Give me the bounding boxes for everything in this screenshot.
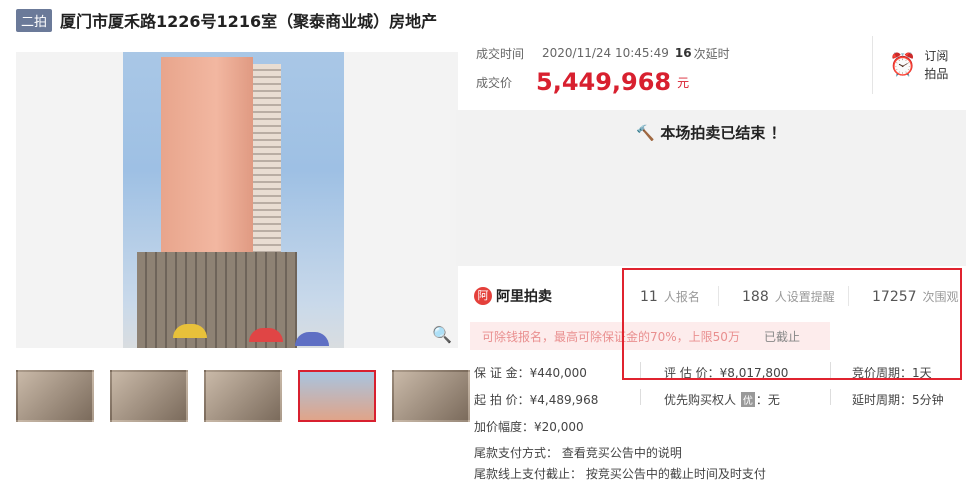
priority-label: 优先购买权人 xyxy=(664,393,737,407)
auction-round-badge: 二拍 xyxy=(16,8,53,32)
thumbnail-4-selected[interactable] xyxy=(298,370,376,422)
note-payment-deadline: 尾款线上支付截止： 按竞买公告中的截止时间及时支付 xyxy=(474,467,766,481)
detail-deposit: 保 证 金：¥440,000 xyxy=(474,366,587,380)
deal-price-unit: 元 xyxy=(677,75,690,90)
auction-ended-panel: 🔨 本场拍卖已结束 ！ xyxy=(456,110,966,266)
detail-delay-cycle: 延时周期：5分钟 xyxy=(852,393,944,407)
deal-price-value: 5,449,968 xyxy=(536,68,672,96)
ali-auction-logo: 阿 阿里拍卖 xyxy=(474,286,552,306)
ali-logo-mark: 阿 xyxy=(474,287,492,305)
main-property-image[interactable]: 🔍 xyxy=(16,52,458,348)
page-title-row: 二拍 厦门市厦禾路1226号1216室（聚泰商业城）房地产 xyxy=(16,8,437,32)
thumbnail-strip xyxy=(16,370,470,422)
deal-info: 成交时间 2020/11/24 10:45:49 16 次延时 成交价 5,44… xyxy=(476,42,730,100)
deal-time-value: 2020/11/24 10:45:49 xyxy=(542,46,669,60)
thumbnail-2[interactable] xyxy=(110,370,188,422)
auction-ended-text: 本场拍卖已结束 ！ xyxy=(660,124,786,142)
umbrella-blue xyxy=(295,332,329,346)
note-payment-method: 尾款支付方式： 查看竞买公告中的说明 xyxy=(474,446,682,460)
subscribe-button[interactable]: ⏰ 订阅 拍品 xyxy=(872,36,966,94)
page-title: 厦门市厦禾路1226号1216室（聚泰商业城）房地产 xyxy=(60,12,438,31)
delay-count: 16 xyxy=(674,46,692,60)
delay-label: 次延时 xyxy=(693,46,730,61)
detail-start-price: 起 拍 价：¥4,489,968 xyxy=(474,393,599,407)
building-photo xyxy=(123,52,344,348)
detail-priority: 优先购买权人 优：无 xyxy=(664,391,780,408)
detail-divider xyxy=(830,389,831,405)
thumbnail-1[interactable] xyxy=(16,370,94,422)
deal-time-label: 成交时间 xyxy=(476,46,525,61)
stats-highlight-box xyxy=(622,268,962,380)
detail-divider xyxy=(640,389,641,405)
zoom-icon[interactable]: 🔍 xyxy=(432,325,452,344)
priority-badge: 优 xyxy=(740,392,755,407)
detail-increment: 加价幅度：¥20,000 xyxy=(474,420,584,434)
alarm-clock-icon: ⏰ xyxy=(889,52,917,78)
ali-logo-text: 阿里拍卖 xyxy=(496,289,552,305)
gavel-icon: 🔨 xyxy=(636,124,656,142)
subscribe-label-2: 拍品 xyxy=(924,67,949,81)
priority-value: ：无 xyxy=(755,393,780,407)
thumbnail-3[interactable] xyxy=(204,370,282,422)
subscribe-label-1: 订阅 xyxy=(924,49,949,63)
deal-price-label: 成交价 xyxy=(476,75,513,90)
